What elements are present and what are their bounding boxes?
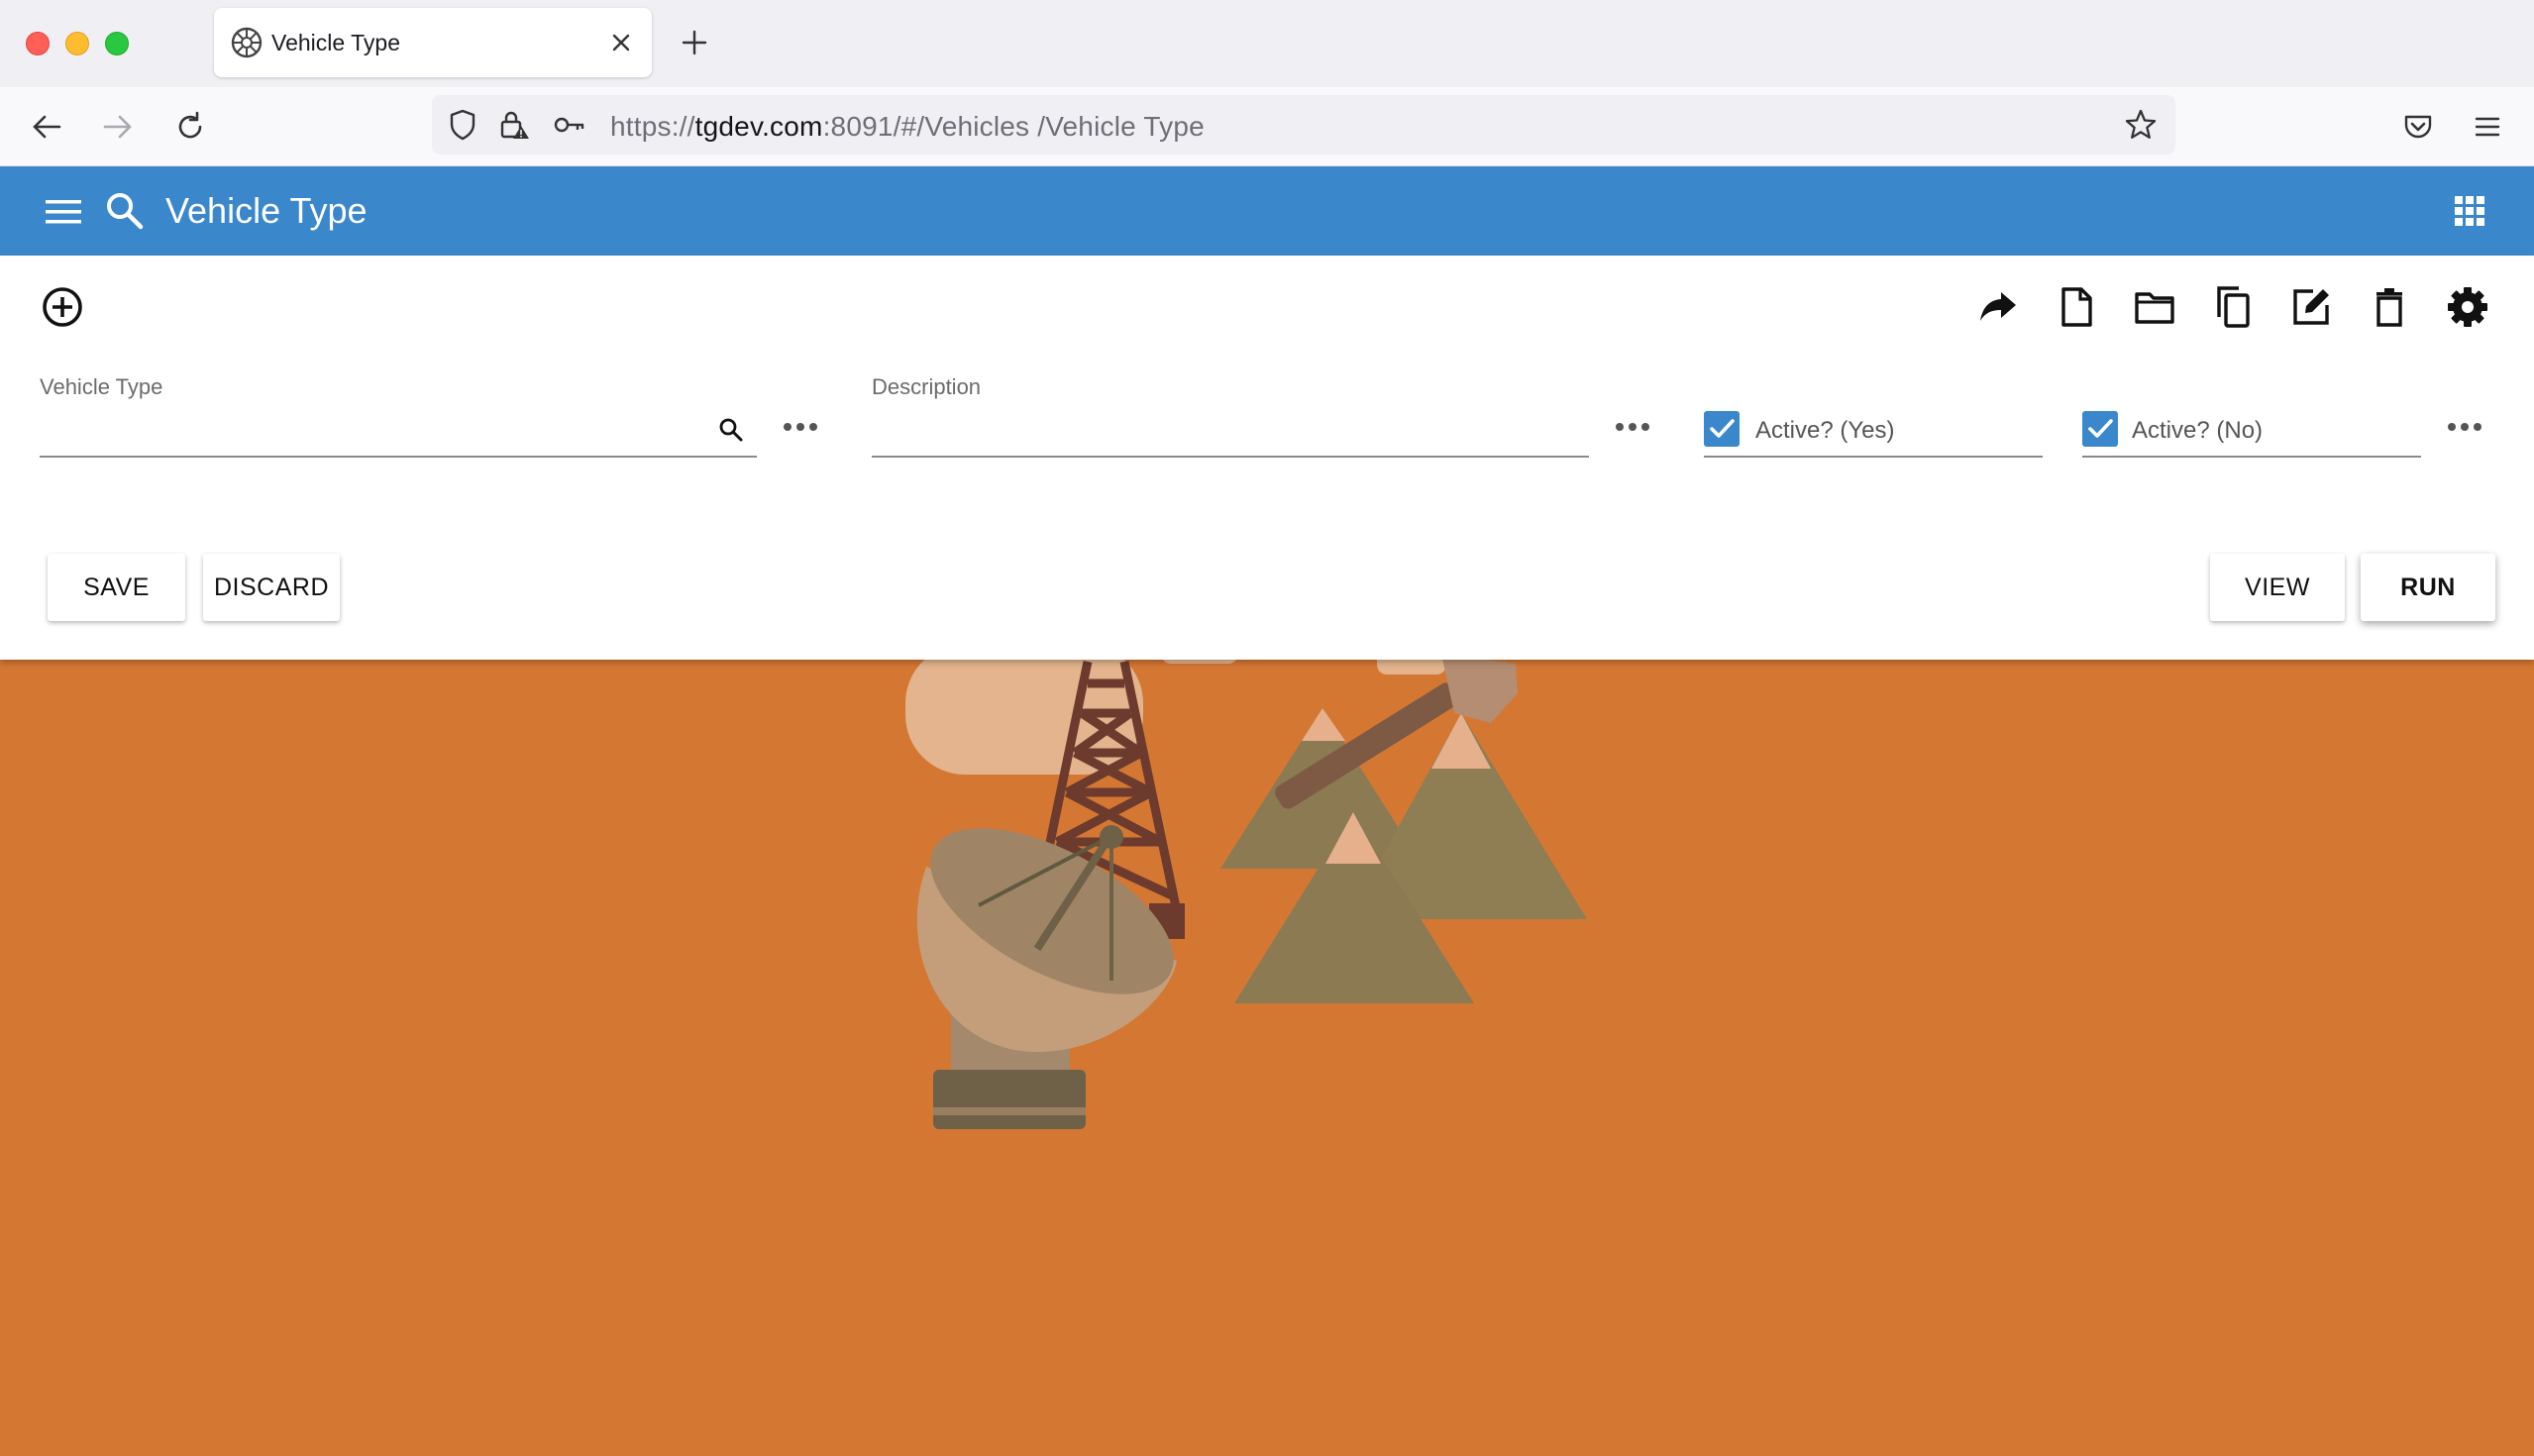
background-illustration: [905, 640, 1587, 1129]
checkmark-icon: [2088, 419, 2113, 438]
open-folder-icon[interactable]: [2133, 285, 2176, 329]
description-label: Description: [872, 374, 982, 399]
view-button[interactable]: VIEW: [2210, 554, 2345, 621]
description-underline: [872, 456, 1589, 458]
description-more-icon[interactable]: [1613, 420, 1652, 434]
checkmark-icon: [1710, 419, 1735, 438]
copy-icon[interactable]: [2211, 285, 2255, 329]
run-button[interactable]: RUN: [2361, 554, 2495, 621]
active-yes-underline: [1704, 456, 2043, 458]
form-card: Vehicle Type Description Active? (Yes) A…: [0, 256, 2534, 660]
active-no-checkbox[interactable]: [2082, 411, 2118, 447]
active-no-label: Active? (No): [2132, 417, 2264, 444]
active-more-icon[interactable]: [2445, 420, 2484, 434]
discard-button[interactable]: DISCARD: [203, 554, 340, 621]
mountains: [1220, 708, 1587, 1003]
save-button[interactable]: SAVE: [48, 554, 185, 621]
settings-icon[interactable]: [2446, 285, 2489, 329]
description-input[interactable]: [872, 412, 1585, 448]
active-yes-checkbox[interactable]: [1704, 411, 1740, 447]
add-circle-icon[interactable]: [41, 285, 84, 329]
vehicle-type-label: Vehicle Type: [40, 374, 163, 399]
vehicle-type-input[interactable]: [40, 412, 693, 448]
delete-icon[interactable]: [2368, 285, 2411, 329]
active-yes-label: Active? (Yes): [1755, 417, 1895, 444]
edit-icon[interactable]: [2289, 285, 2333, 329]
share-icon[interactable]: [1976, 285, 2020, 329]
active-no-underline: [2082, 456, 2421, 458]
vehicle-type-underline: [40, 456, 757, 458]
vehicle-type-more-icon[interactable]: [781, 420, 820, 434]
vehicle-type-search-icon[interactable]: [718, 417, 744, 443]
new-document-icon[interactable]: [2055, 285, 2098, 329]
